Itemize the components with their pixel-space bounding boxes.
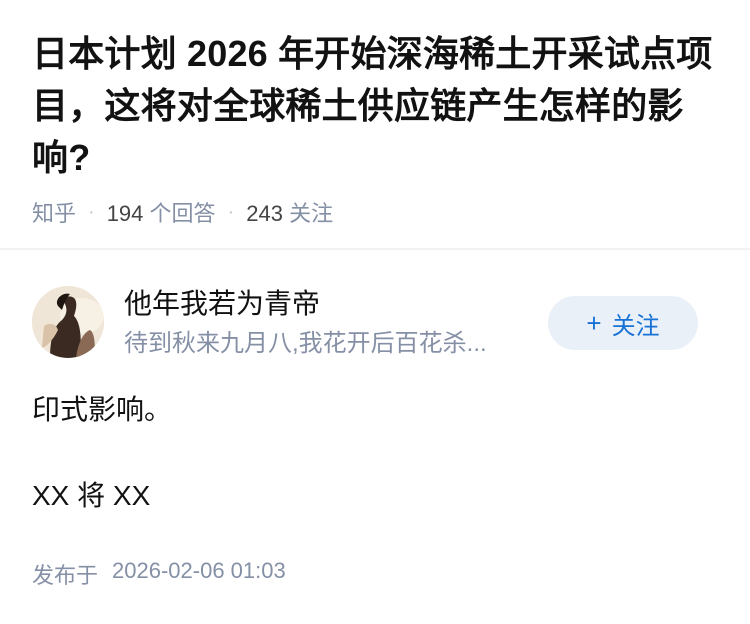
answers-count: 194 [106,201,144,226]
answers-count-group[interactable]: 194 个回答 [107,196,216,228]
source-label[interactable]: 知乎 [32,196,76,228]
follow-button[interactable]: + 关注 [548,296,698,350]
question-title[interactable]: 日本计划 2026 年开始深海稀土开采试点项目，这将对全球稀土供应链产生怎样的影… [32,28,722,184]
answers-label: 个回答 [149,201,216,226]
separator-dot: · [227,200,235,223]
plus-icon: + [586,308,602,338]
question-header: 日本计划 2026 年开始深海稀土开采试点项目，这将对全球稀土供应链产生怎样的影… [32,28,722,226]
answer-content: 印式影响。 XX 将 XX [32,390,722,516]
followers-label: 关注 [289,201,334,226]
follow-button-label: 关注 [611,312,660,340]
followers-count: 243 [246,201,283,226]
section-divider [0,248,750,250]
author-card: 他年我若为青帝 待到秋来九月八,我花开后百花杀... + 关注 [32,286,722,362]
answer-paragraph: 印式影响。 [32,394,173,425]
author-name[interactable]: 他年我若为青帝 [124,286,320,322]
author-bio: 待到秋来九月八,我花开后百花杀... [124,330,487,357]
published-datetime: 2026-02-06 01:03 [112,558,286,583]
published-info: 发布于 2026-02-06 01:03 [32,558,286,590]
answer-paragraph: XX 将 XX [32,480,151,511]
avatar[interactable] [32,286,104,358]
answer-page: 日本计划 2026 年开始深海稀土开采试点项目，这将对全球稀土供应链产生怎样的影… [0,0,750,624]
question-meta: 知乎 · 194 个回答 · 243 关注 [32,196,333,228]
separator-dot: · [88,200,95,223]
published-label: 发布于 [32,563,99,588]
user-avatar-icon [32,286,104,358]
followers-count-group: 243 关注 [246,196,333,228]
